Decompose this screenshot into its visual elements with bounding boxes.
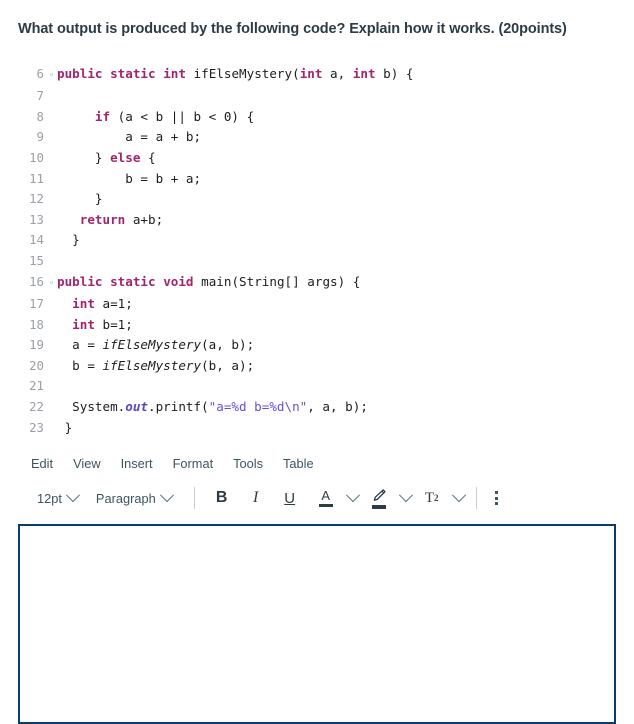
code-line: 16 ◦ public static void main(String[] ar… — [6, 272, 634, 295]
highlight-color-group[interactable] — [362, 485, 413, 511]
kebab-dot — [495, 496, 499, 500]
menu-item-view[interactable]: View — [73, 454, 101, 473]
code-line-text: b = b + a; — [125, 170, 202, 186]
code-line-text: public static int ifElseMystery(int a, i… — [57, 65, 414, 81]
line-number: 20 — [29, 357, 44, 373]
code-line: 13 return a+b; — [6, 210, 634, 231]
code-line: 20 b = ifElseMystery(b, a); — [6, 356, 634, 377]
code-line-text: a = a + b; — [125, 129, 202, 145]
code-line-text: } — [94, 191, 103, 207]
code-line-text: int b=1; — [72, 316, 133, 332]
text-color-swatch — [318, 503, 333, 508]
question-prompt: What output is produced by the following… — [18, 21, 567, 37]
line-number: 14 — [29, 232, 44, 248]
highlight-color-button[interactable] — [366, 485, 392, 511]
highlighter-pen-icon — [371, 488, 387, 509]
text-color-letter: A — [321, 488, 331, 504]
code-line: 17 int a=1; — [6, 294, 634, 315]
code-line: 8 if (a < b || b < 0) { — [6, 107, 634, 128]
line-number: 21 — [29, 378, 44, 394]
code-line: 10 } else { — [6, 148, 634, 169]
superscript-base: T — [424, 489, 435, 506]
line-number: 8 — [36, 108, 44, 124]
code-line-text: } else { — [94, 149, 156, 165]
underline-button[interactable]: U — [277, 485, 303, 511]
rce-menubar: Edit View Insert Format Tools Table — [0, 438, 634, 473]
menu-item-insert[interactable]: Insert — [121, 454, 153, 473]
line-number: 17 — [29, 296, 44, 312]
toolbar-divider — [193, 487, 195, 510]
code-line-text: } — [64, 419, 73, 435]
code-line: 23 } — [6, 418, 634, 439]
code-line: 11 b = b + a; — [6, 169, 634, 190]
code-line: 9 a = a + b; — [6, 127, 634, 148]
line-number: 11 — [29, 170, 44, 186]
superscript-button[interactable]: T2 — [419, 485, 445, 511]
font-size-select[interactable]: 12pt — [31, 488, 84, 509]
line-number: 23 — [29, 419, 44, 435]
menu-item-format[interactable]: Format — [173, 454, 214, 473]
toolbar-divider — [475, 487, 477, 510]
code-block: 6 ◦ public static int ifElseMystery(int … — [0, 63, 634, 439]
chevron-down-icon[interactable] — [398, 488, 413, 503]
code-line-text: System.out.printf("a=%d b=%d\n", a, b); — [72, 399, 368, 415]
chevron-down-icon[interactable] — [345, 488, 360, 503]
code-line: 21 — [6, 376, 634, 397]
line-number: 7 — [36, 88, 44, 104]
line-number: 6 — [36, 65, 44, 81]
chevron-down-icon — [159, 488, 174, 503]
menu-item-tools[interactable]: Tools — [233, 454, 263, 473]
block-format-value: Paragraph — [95, 490, 156, 506]
menu-item-edit[interactable]: Edit — [31, 454, 53, 473]
chevron-down-icon[interactable] — [451, 488, 466, 503]
kebab-dot — [495, 491, 499, 495]
code-line: 19 a = ifElseMystery(a, b); — [6, 335, 634, 356]
font-size-value: 12pt — [37, 490, 62, 506]
more-options-kebab-icon[interactable] — [487, 487, 507, 509]
line-number: 13 — [29, 211, 44, 227]
line-number: 22 — [29, 399, 44, 415]
highlight-color-swatch — [371, 505, 386, 509]
code-line-text: } — [72, 232, 80, 248]
text-color-group[interactable]: A — [309, 485, 360, 511]
superscript-exponent: 2 — [434, 493, 439, 504]
italic-button[interactable]: I — [243, 485, 269, 511]
line-number: 15 — [29, 252, 44, 268]
code-line: 22 System.out.printf("a=%d b=%d\n", a, b… — [6, 397, 634, 418]
code-line-text: return a+b; — [79, 211, 164, 227]
code-line: 18 int b=1; — [6, 315, 634, 336]
line-number: 19 — [29, 337, 44, 353]
code-line: 12 } — [6, 189, 634, 210]
code-line: 6 ◦ public static int ifElseMystery(int … — [6, 64, 634, 87]
rce-toolbar: 12pt Paragraph B I U A T 2 — [0, 473, 634, 511]
block-format-select[interactable]: Paragraph — [90, 488, 178, 509]
kebab-dot — [495, 502, 499, 506]
line-number: 12 — [29, 191, 44, 207]
code-line-text: int a=1; — [72, 296, 133, 312]
code-line-text: if (a < b || b < 0) { — [94, 108, 255, 124]
bold-button[interactable]: B — [209, 485, 235, 511]
line-number: 18 — [29, 316, 44, 332]
code-fold-marker-icon[interactable]: ◦ — [46, 66, 57, 87]
text-color-button[interactable]: A — [313, 485, 339, 511]
code-line-text: public static void main(String[] args) { — [57, 273, 361, 289]
line-number: 16 — [29, 273, 44, 289]
code-line-text: a = ifElseMystery(a, b); — [72, 337, 255, 353]
code-fold-marker-icon[interactable]: ◦ — [46, 274, 57, 295]
menu-item-table[interactable]: Table — [283, 454, 314, 473]
chevron-down-icon — [65, 488, 80, 503]
code-line-text: b = ifElseMystery(b, a); — [72, 357, 255, 373]
code-line: 15 — [6, 251, 634, 272]
line-number: 9 — [36, 129, 44, 145]
rich-text-editor-body[interactable] — [18, 524, 616, 724]
code-line: 7 — [6, 86, 634, 107]
text-color-icon: A — [318, 488, 333, 508]
code-line: 14 } — [6, 230, 634, 251]
line-number: 10 — [29, 149, 44, 165]
superscript-group[interactable]: T2 — [415, 485, 466, 511]
